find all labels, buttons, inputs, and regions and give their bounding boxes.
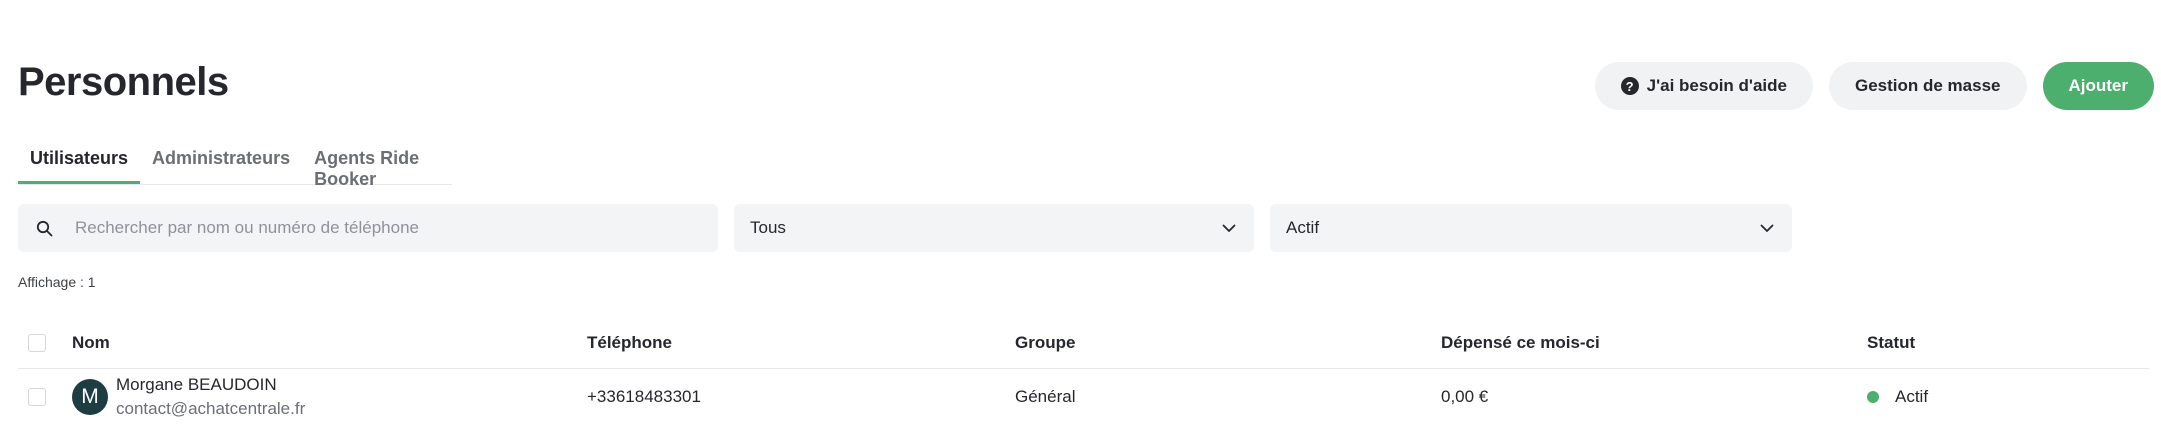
- user-name-cell: M Morgane BEAUDOIN contact@achatcentrale…: [72, 373, 305, 421]
- user-phone: +33618483301: [587, 387, 701, 406]
- search-input[interactable]: [73, 217, 718, 239]
- help-button-label: J'ai besoin d'aide: [1646, 76, 1787, 95]
- chevron-down-icon: [1760, 224, 1774, 232]
- bulk-management-label: Gestion de masse: [1854, 76, 2001, 95]
- status-filter-select[interactable]: Actif: [1270, 204, 1792, 252]
- header-phone: Téléphone: [587, 333, 673, 352]
- search-icon: [36, 220, 53, 236]
- header-name: Nom: [72, 333, 110, 352]
- personnel-table: Nom Téléphone Groupe Dépensé ce mois-ci …: [18, 318, 2149, 425]
- tab-bar: Utilisateurs Administrateurs Agents Ride…: [18, 140, 452, 189]
- status-label: Actif: [1895, 387, 1929, 406]
- tab-agents-ride-booker[interactable]: Agents Ride Booker: [302, 140, 452, 189]
- page-title: Personnels: [18, 60, 229, 104]
- table-header-row: Nom Téléphone Groupe Dépensé ce mois-ci …: [18, 318, 2149, 369]
- personnel-page: Personnels ? J'ai besoin d'aide Gestion …: [0, 0, 2161, 444]
- results-count: Affichage : 1: [18, 274, 96, 290]
- add-button[interactable]: Ajouter: [2042, 62, 2154, 110]
- tab-administrateurs[interactable]: Administrateurs: [140, 140, 302, 184]
- add-button-label: Ajouter: [2068, 76, 2129, 95]
- header-spent: Dépensé ce mois-ci: [1441, 333, 1600, 352]
- row-checkbox[interactable]: [28, 388, 46, 406]
- header-actions: ? J'ai besoin d'aide Gestion de masse Aj…: [1594, 62, 2154, 110]
- status-dot: [1867, 391, 1879, 403]
- header-group: Groupe: [1015, 333, 1076, 352]
- group-filter-select[interactable]: Tous: [734, 204, 1254, 252]
- help-button[interactable]: ? J'ai besoin d'aide: [1594, 62, 1813, 110]
- user-spent: 0,00 €: [1441, 387, 1489, 406]
- status-filter-value: Actif: [1286, 218, 1320, 237]
- user-group: Général: [1015, 387, 1076, 406]
- user-email: contact@achatcentrale.fr: [116, 399, 306, 418]
- bulk-management-button[interactable]: Gestion de masse: [1828, 62, 2027, 110]
- user-identity: Morgane BEAUDOIN contact@achatcentrale.f…: [116, 373, 305, 421]
- tab-utilisateurs[interactable]: Utilisateurs: [18, 140, 141, 184]
- table-row[interactable]: M Morgane BEAUDOIN contact@achatcentrale…: [18, 369, 2149, 425]
- header-status: Statut: [1867, 333, 1916, 352]
- group-filter-value: Tous: [750, 218, 786, 237]
- chevron-down-icon: [1222, 224, 1236, 232]
- avatar: M: [72, 379, 108, 415]
- search-box[interactable]: [18, 204, 718, 252]
- select-all-checkbox[interactable]: [28, 334, 46, 352]
- question-circle-icon: ?: [1620, 77, 1639, 95]
- user-name: Morgane BEAUDOIN: [116, 375, 277, 394]
- filters-bar: Tous Actif: [18, 204, 1792, 252]
- user-status: Actif: [1867, 387, 1928, 407]
